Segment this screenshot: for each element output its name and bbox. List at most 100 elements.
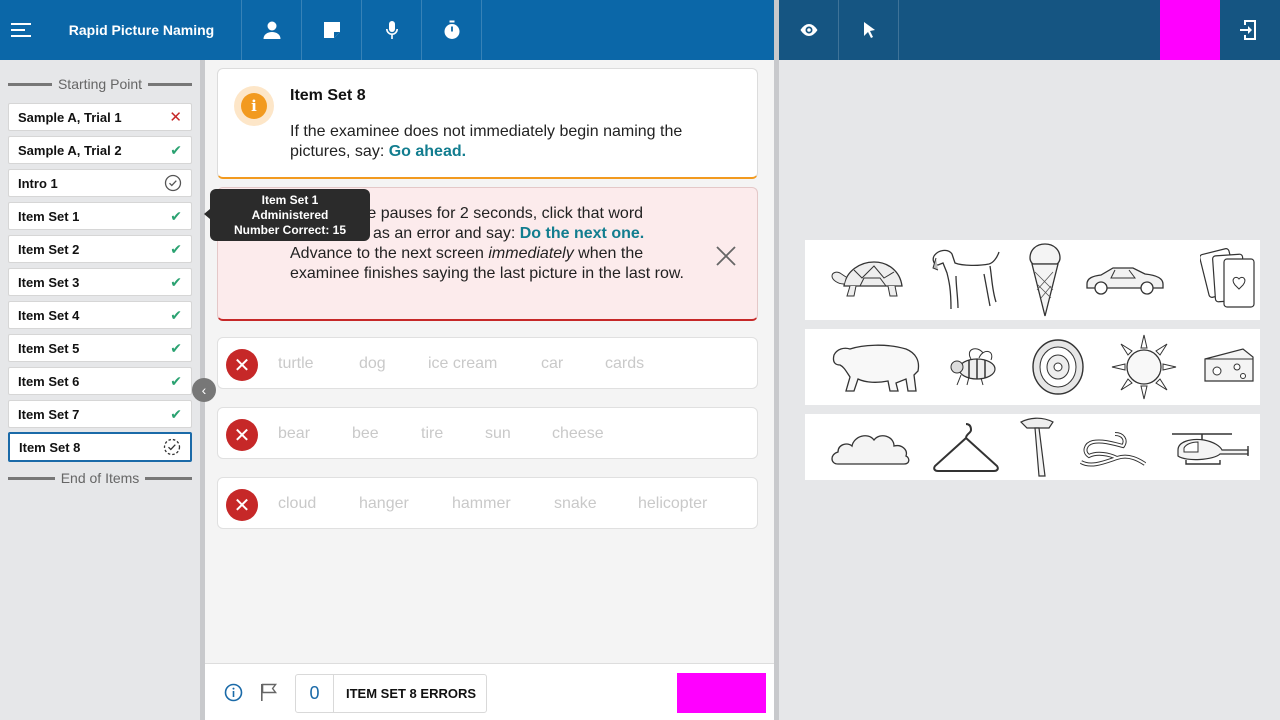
check-icon: ✔ — [170, 240, 182, 257]
instruction-body: If the examinee does not immediately beg… — [290, 123, 683, 160]
incorrect-icon: ✕ — [169, 109, 182, 126]
app-title: Rapid Picture Naming — [42, 0, 242, 60]
check-icon: ✔ — [170, 141, 182, 158]
end-of-items-separator: End of Items — [8, 470, 192, 486]
errors-counter[interactable]: 0 ITEM SET 8 ERRORS — [295, 674, 487, 713]
tooltip-score: Number Correct: 15 — [233, 222, 347, 237]
word-sun[interactable]: sun — [485, 425, 511, 443]
cloud-icon — [831, 435, 910, 465]
word-hanger[interactable]: hanger — [359, 495, 409, 513]
word-bear[interactable]: bear — [278, 425, 310, 443]
error-count: 0 — [296, 675, 334, 712]
sidebar-item-label: Item Set 2 — [18, 241, 80, 257]
pause-text-a: inee pauses for 2 seconds, click that wo… — [346, 205, 644, 222]
microphone-button[interactable] — [362, 0, 422, 60]
check-icon: ✔ — [170, 207, 182, 224]
immediately-text: immediately — [488, 245, 574, 262]
bee-icon — [950, 348, 996, 386]
word-tire[interactable]: tire — [421, 425, 443, 443]
playing-cards-icon — [1200, 248, 1255, 308]
word-hammer[interactable]: hammer — [452, 495, 511, 513]
pointer-icon — [863, 22, 875, 38]
tooltip-title: Item Set 1 — [261, 192, 319, 207]
item-set-title: Item Set 8 — [290, 87, 366, 104]
sidebar-item-item-set-3[interactable]: Item Set 3 ✔ — [8, 268, 192, 296]
starting-point-label: Starting Point — [57, 76, 143, 92]
timer-icon — [444, 20, 459, 39]
sidebar-item-label: Item Set 3 — [18, 274, 80, 290]
row-error-button[interactable]: ✕ — [226, 489, 258, 521]
item-row-1: ✕ turtle dog ice cream car cards — [217, 337, 758, 389]
check-icon: ✔ — [170, 372, 182, 389]
stimulus-row-1 — [805, 240, 1260, 320]
sidebar-item-item-set-2[interactable]: Item Set 2 ✔ — [8, 235, 192, 263]
sidebar-item-label: Item Set 6 — [18, 373, 80, 389]
end-of-items-label: End of Items — [60, 470, 140, 486]
helicopter-icon — [1172, 433, 1249, 465]
close-icon: ✕ — [233, 354, 251, 377]
pointer-button[interactable] — [839, 0, 899, 60]
sidebar-item-item-set-1[interactable]: Item Set 1 ✔ — [8, 202, 192, 230]
word-cards[interactable]: cards — [605, 355, 644, 373]
stimulus-row-2 — [805, 329, 1260, 405]
tire-icon — [1032, 339, 1084, 395]
note-icon — [323, 22, 340, 38]
sidebar-item-label: Item Set 7 — [18, 406, 80, 422]
info-badge: i — [234, 86, 274, 126]
hammer-icon — [1019, 417, 1054, 477]
sidebar-item-intro-1[interactable]: Intro 1 — [8, 169, 192, 197]
sidebar-item-item-set-7[interactable]: Item Set 7 ✔ — [8, 400, 192, 428]
sidebar-item-item-set-4[interactable]: Item Set 4 ✔ — [8, 301, 192, 329]
instruction-text: If the examinee does not immediately beg… — [290, 122, 740, 162]
flag-icon[interactable] — [260, 683, 278, 702]
menu-icon — [11, 23, 31, 37]
notes-button[interactable] — [302, 0, 362, 60]
turtle-icon — [831, 261, 903, 297]
check-icon: ✔ — [170, 405, 182, 422]
switch-screen-button[interactable] — [1220, 0, 1280, 60]
close-icon[interactable] — [715, 245, 737, 267]
sidebar-item-item-set-8[interactable]: Item Set 8 — [8, 432, 192, 462]
item-row-3: ✕ cloud hanger hammer snake helicopter — [217, 477, 758, 529]
top-navigation-bar: Rapid Picture Naming — [0, 0, 774, 60]
stimulus-row-3 — [805, 414, 1260, 480]
word-cheese[interactable]: cheese — [552, 425, 604, 443]
view-stimulus-button[interactable] — [779, 0, 839, 60]
sidebar-item-item-set-6[interactable]: Item Set 6 ✔ — [8, 367, 192, 395]
sidebar-item-label: Sample A, Trial 1 — [18, 109, 122, 125]
sidebar-item-sample-a-trial-2[interactable]: Sample A, Trial 2 ✔ — [8, 136, 192, 164]
word-turtle[interactable]: turtle — [278, 355, 314, 373]
menu-button[interactable] — [0, 0, 42, 60]
word-cloud[interactable]: cloud — [278, 495, 316, 513]
row-error-button[interactable]: ✕ — [226, 349, 258, 381]
starting-point-separator: Starting Point — [8, 76, 192, 92]
word-helicopter[interactable]: helicopter — [638, 495, 707, 513]
word-snake[interactable]: snake — [554, 495, 597, 513]
eye-icon — [800, 24, 817, 36]
word-car[interactable]: car — [541, 355, 563, 373]
instruction-card: i Item Set 8 If the examinee does not im… — [217, 68, 758, 179]
collapse-sidebar-button[interactable]: ‹ — [192, 378, 216, 402]
sidebar-item-label: Item Set 1 — [18, 208, 80, 224]
examinee-button[interactable] — [242, 0, 302, 60]
say-prompt: Go ahead. — [388, 143, 467, 160]
circle-check-icon — [164, 174, 182, 192]
word-bee[interactable]: bee — [352, 425, 379, 443]
cheese-icon — [1204, 348, 1254, 382]
word-ice-cream[interactable]: ice cream — [428, 355, 497, 373]
pause-text-b: as an error and say: — [373, 225, 516, 242]
sidebar-item-sample-a-trial-1[interactable]: Sample A, Trial 1 ✕ — [8, 103, 192, 131]
microphone-icon — [385, 21, 398, 39]
close-icon: ✕ — [233, 424, 251, 447]
panel-divider[interactable] — [774, 0, 779, 720]
sidebar-item-item-set-5[interactable]: Item Set 5 ✔ — [8, 334, 192, 362]
errors-label: ITEM SET 8 ERRORS — [346, 686, 477, 701]
timer-button[interactable] — [422, 0, 482, 60]
info-icon[interactable] — [224, 683, 243, 702]
row-error-button[interactable]: ✕ — [226, 419, 258, 451]
car-icon — [1086, 267, 1164, 295]
sidebar-item-label: Intro 1 — [18, 175, 58, 191]
sidebar-item-label: Item Set 4 — [18, 307, 80, 323]
tooltip-status: Administered — [251, 207, 329, 222]
word-dog[interactable]: dog — [359, 355, 386, 373]
